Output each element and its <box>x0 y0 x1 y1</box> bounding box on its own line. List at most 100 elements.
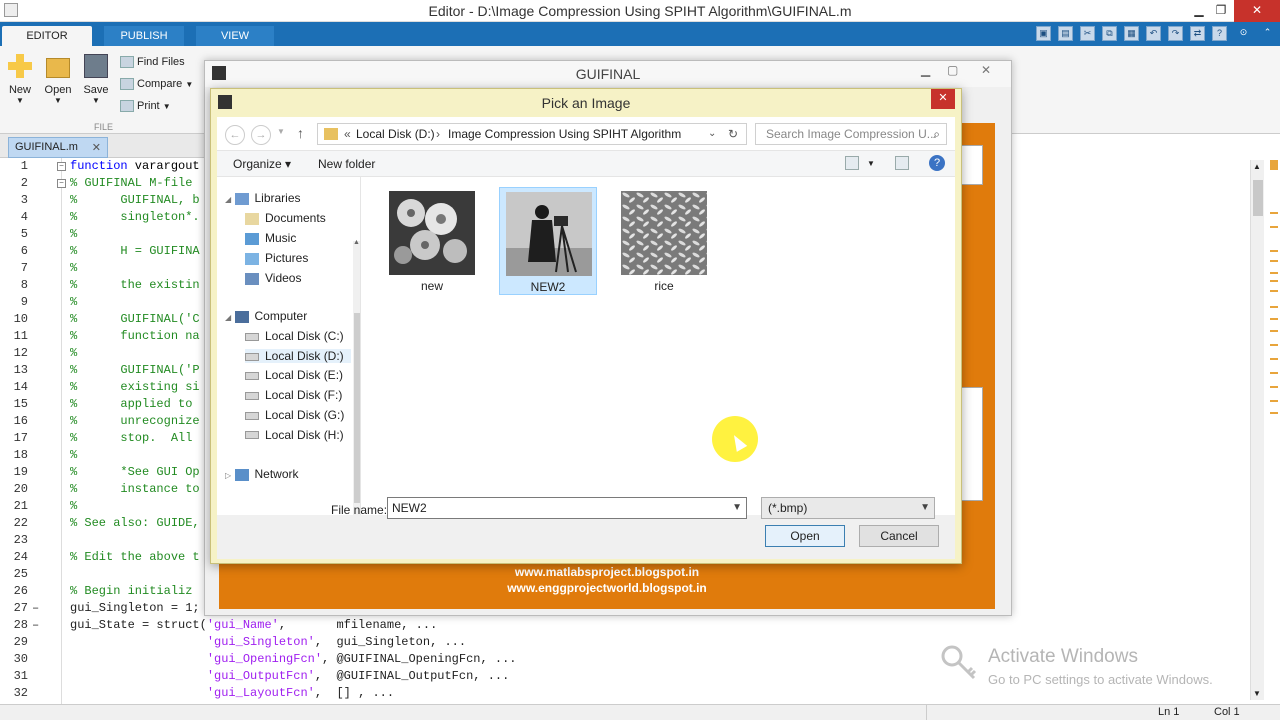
nav-drive-item[interactable]: Local Disk (H:) <box>245 428 351 442</box>
save-dropdown-icon[interactable]: ▼ <box>76 96 116 105</box>
tab-editor[interactable]: EDITOR <box>2 26 92 46</box>
file-item-new2[interactable]: NEW2 <box>499 187 597 295</box>
search-icon[interactable]: ⌕ <box>933 124 940 144</box>
breakpoint-marker[interactable]: – <box>32 618 39 632</box>
scroll-thumb[interactable] <box>1253 180 1263 216</box>
redo-quick-icon[interactable]: ↷ <box>1168 26 1183 41</box>
up-arrow-icon[interactable]: ↑ <box>297 125 304 141</box>
search-input[interactable]: Search Image Compression U... ⌕ <box>755 123 947 145</box>
nav-drive-item[interactable]: Local Disk (D:) <box>245 348 351 363</box>
view-dropdown-icon[interactable]: ▼ <box>867 159 875 168</box>
tab-view[interactable]: VIEW <box>196 26 274 46</box>
code-line[interactable]: 30 'gui_OpeningFcn', @GUIFINAL_OpeningFc… <box>0 652 632 669</box>
editor-scrollbar[interactable]: ▲ ▼ <box>1250 160 1264 700</box>
file-item-new[interactable]: new <box>383 187 481 295</box>
collapse-icon[interactable]: ◢ <box>225 313 231 322</box>
analyzer-status-icon[interactable] <box>1270 160 1278 170</box>
open-button[interactable]: Open ▼ <box>38 54 78 105</box>
marker[interactable] <box>1270 226 1278 228</box>
file-name-dropdown-icon[interactable]: ▼ <box>732 498 742 518</box>
close-tab-icon[interactable]: ✕ <box>92 141 101 154</box>
open-file-button[interactable]: Open <box>765 525 845 547</box>
scroll-down-icon[interactable]: ▼ <box>1253 689 1261 698</box>
copy-quick-icon[interactable]: ⧉ <box>1102 26 1117 41</box>
link-matlabsproject[interactable]: www.matlabsproject.blogspot.in <box>219 565 995 579</box>
address-dropdown-icon[interactable]: ⌄ <box>708 124 716 144</box>
help-icon[interactable]: ? <box>929 155 945 171</box>
nav-item-documents[interactable]: Documents <box>245 211 326 225</box>
nav-computer[interactable]: ◢ Computer <box>225 309 307 323</box>
marker[interactable] <box>1270 318 1278 320</box>
maximize-button[interactable]: ❐ <box>1208 0 1234 22</box>
file-name-input[interactable]: NEW2 ▼ <box>387 497 747 519</box>
code-line[interactable]: 31 'gui_OutputFcn', @GUIFINAL_OutputFcn,… <box>0 669 632 686</box>
refresh-icon[interactable]: ↻ <box>728 124 738 144</box>
marker[interactable] <box>1270 330 1278 332</box>
marker[interactable] <box>1270 212 1278 214</box>
gui-minimize-button[interactable]: ▁ <box>921 63 930 77</box>
paste-quick-icon[interactable]: ▦ <box>1124 26 1139 41</box>
nav-scroll-up-icon[interactable]: ▲ <box>353 239 360 246</box>
forward-arrow-icon[interactable]: → <box>251 125 271 145</box>
nav-drive-item[interactable]: Local Disk (C:) <box>245 329 351 343</box>
address-bar[interactable]: « Local Disk (D:) › Image Compression Us… <box>317 123 747 145</box>
gui-close-button[interactable]: ✕ <box>981 63 991 77</box>
open-dropdown-icon[interactable]: ▼ <box>38 96 78 105</box>
save-button[interactable]: Save ▼ <box>76 54 116 105</box>
cancel-button[interactable]: Cancel <box>859 525 939 547</box>
code-line[interactable]: 32 'gui_LayoutFcn', [] , ... <box>0 686 632 703</box>
breakpoint-marker[interactable]: – <box>32 601 39 615</box>
address-separator-icon[interactable]: › <box>436 124 440 144</box>
nav-item-pictures[interactable]: Pictures <box>245 251 308 265</box>
print-button[interactable]: Print ▼ <box>120 100 171 113</box>
marker[interactable] <box>1270 272 1278 274</box>
gui-side-control[interactable] <box>961 145 983 185</box>
compare-button[interactable]: Compare ▼ <box>120 78 193 91</box>
marker[interactable] <box>1270 400 1278 402</box>
find-files-button[interactable]: Find Files <box>120 56 185 69</box>
print-dropdown-icon[interactable]: ▼ <box>163 102 171 111</box>
nav-network[interactable]: ▷ Network <box>225 467 299 481</box>
marker[interactable] <box>1270 412 1278 414</box>
change-view-icon[interactable] <box>845 156 859 170</box>
gui-maximize-button[interactable]: ▢ <box>947 63 958 77</box>
nav-item-music[interactable]: Music <box>245 231 296 245</box>
file-type-dropdown-icon[interactable]: ▼ <box>920 498 930 518</box>
new-button[interactable]: New ▼ <box>0 54 40 105</box>
collapse-ribbon-icon[interactable]: ⌃ <box>1260 26 1275 41</box>
close-window-button[interactable]: ✕ <box>1234 0 1280 22</box>
collapse-icon[interactable]: ◢ <box>225 195 231 204</box>
fold-toggle-icon[interactable]: − <box>57 179 66 188</box>
file-tab-guifinal[interactable]: GUIFINAL.m ✕ <box>8 137 108 158</box>
marker[interactable] <box>1270 344 1278 346</box>
nav-scroll-thumb[interactable] <box>354 313 360 503</box>
save-quick-icon[interactable]: ▤ <box>1058 26 1073 41</box>
marker[interactable] <box>1270 386 1278 388</box>
marker[interactable] <box>1270 358 1278 360</box>
dialog-close-button[interactable]: ✕ <box>931 89 955 109</box>
code-line[interactable]: 29 'gui_Singleton', gui_Singleton, ... <box>0 635 632 652</box>
compare-dropdown-icon[interactable]: ▼ <box>185 80 193 89</box>
marker[interactable] <box>1270 306 1278 308</box>
nav-drive-item[interactable]: Local Disk (G:) <box>245 408 351 422</box>
organize-menu[interactable]: Organize ▾ <box>233 157 291 171</box>
address-drive[interactable]: Local Disk (D:) <box>356 124 435 144</box>
fold-toggle-icon[interactable]: − <box>57 162 66 171</box>
nav-drive-item[interactable]: Local Disk (F:) <box>245 388 351 402</box>
expand-icon[interactable]: ▷ <box>225 471 231 480</box>
link-enggprojectworld[interactable]: www.enggprojectworld.blogspot.in <box>219 581 995 595</box>
marker[interactable] <box>1270 260 1278 262</box>
code-line[interactable]: 28– gui_State = struct('gui_Name', mfilen… <box>0 618 632 635</box>
recent-dropdown-icon[interactable]: ▼ <box>277 127 285 136</box>
switch-windows-icon[interactable]: ⇄ <box>1190 26 1205 41</box>
help-quick-icon[interactable]: ? <box>1212 26 1227 41</box>
tab-publish[interactable]: PUBLISH <box>104 26 184 46</box>
quick-access-icon[interactable]: ▣ <box>1036 26 1051 41</box>
nav-scrollbar[interactable]: ▲ ▼ <box>353 239 360 515</box>
file-type-select[interactable]: (*.bmp) ▼ <box>761 497 935 519</box>
marker[interactable] <box>1270 372 1278 374</box>
nav-item-videos[interactable]: Videos <box>245 271 301 285</box>
new-folder-button[interactable]: New folder <box>318 157 375 171</box>
address-folder[interactable]: Image Compression Using SPIHT Algorithm <box>448 124 681 144</box>
undo-quick-icon[interactable]: ↶ <box>1146 26 1161 41</box>
